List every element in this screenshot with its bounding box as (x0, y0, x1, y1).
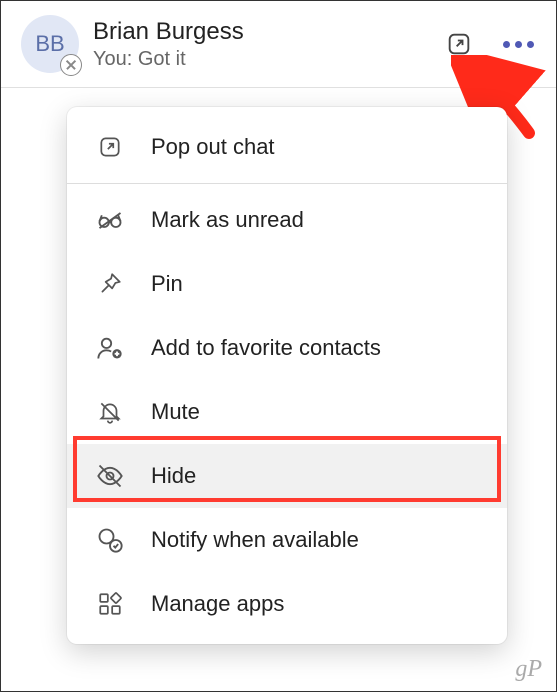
chat-list-item[interactable]: BB Brian Burgess You: Got it (1, 1, 556, 88)
menu-item-mark-unread[interactable]: Mark as unread (67, 188, 507, 252)
menu-item-pin[interactable]: Pin (67, 252, 507, 316)
pin-icon (95, 269, 125, 299)
menu-item-mute[interactable]: Mute (67, 380, 507, 444)
menu-item-label: Manage apps (151, 591, 284, 617)
chat-actions (443, 28, 538, 60)
mute-bell-icon (95, 397, 125, 427)
presence-check-icon (95, 525, 125, 555)
menu-item-notify[interactable]: Notify when available (67, 508, 507, 572)
more-options-button[interactable] (499, 37, 538, 52)
chat-contact-name: Brian Burgess (93, 18, 429, 46)
presence-offline-icon (60, 54, 82, 76)
pop-out-icon (95, 132, 125, 162)
pop-out-button[interactable] (443, 28, 475, 60)
chat-context-menu: Pop out chat Mark as unread Pin (67, 107, 507, 644)
chat-text: Brian Burgess You: Got it (93, 18, 429, 71)
menu-item-label: Mute (151, 399, 200, 425)
menu-item-pop-out[interactable]: Pop out chat (67, 115, 507, 179)
menu-item-label: Mark as unread (151, 207, 304, 233)
hide-eye-icon (95, 461, 125, 491)
add-contact-icon (95, 333, 125, 363)
watermark: gP (515, 656, 542, 683)
menu-item-add-favorite[interactable]: Add to favorite contacts (67, 316, 507, 380)
menu-item-label: Pin (151, 271, 183, 297)
menu-separator (67, 183, 507, 184)
glasses-icon (95, 205, 125, 235)
menu-item-label: Pop out chat (151, 134, 275, 160)
menu-item-label: Notify when available (151, 527, 359, 553)
chat-preview: You: Got it (93, 48, 429, 71)
menu-item-hide[interactable]: Hide (67, 444, 507, 508)
menu-item-label: Hide (151, 463, 196, 489)
avatar-wrap: BB (21, 15, 79, 73)
menu-item-manage-apps[interactable]: Manage apps (67, 572, 507, 636)
apps-icon (95, 589, 125, 619)
menu-item-label: Add to favorite contacts (151, 335, 381, 361)
